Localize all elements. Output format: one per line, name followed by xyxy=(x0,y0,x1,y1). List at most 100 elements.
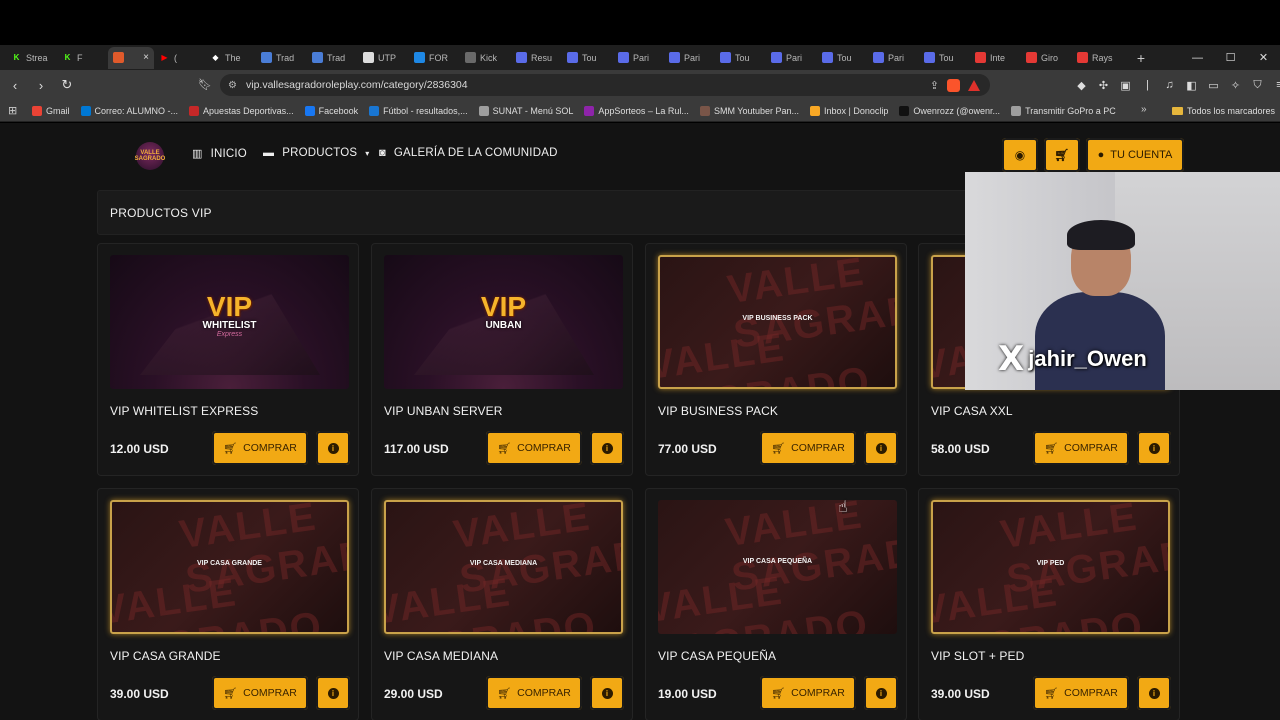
product-title[interactable]: VIP SLOT + PED xyxy=(931,649,1024,663)
bookmark-item[interactable]: Gmail xyxy=(32,105,70,116)
browser-tab[interactable]: Resu xyxy=(511,47,562,69)
browser-tab[interactable]: Pari xyxy=(613,47,664,69)
product-image[interactable]: VIP WHITELIST Express xyxy=(110,255,349,389)
leo-ai-icon[interactable]: ✧ xyxy=(1229,79,1242,92)
product-image[interactable]: VALLE SAGRADOVALLE SAGRADOVIP BUSINESS P… xyxy=(658,255,897,389)
media-icon[interactable]: ♫ xyxy=(1163,79,1176,91)
tab-favicon-icon xyxy=(465,52,476,63)
bookmark-item[interactable]: Transmitir GoPro a PC xyxy=(1011,105,1116,116)
discord-button[interactable]: ◉ xyxy=(1002,138,1038,172)
nav-home-link[interactable]: ▥ INICIO xyxy=(192,147,247,161)
bookmark-item[interactable]: SMM Youtuber Pan... xyxy=(699,105,799,116)
product-title[interactable]: VIP CASA PEQUEÑA xyxy=(658,649,776,663)
product-title[interactable]: VIP CASA GRANDE xyxy=(110,649,221,663)
wallet-icon[interactable]: ▭ xyxy=(1207,79,1220,92)
product-image[interactable]: VALLE SAGRADOVALLE SAGRADOVIP CASA MEDIA… xyxy=(384,500,623,634)
buy-button[interactable]: 🛒︎ COMPRAR xyxy=(212,431,308,465)
bookmark-item[interactable]: SUNAT - Menú SOL xyxy=(478,105,573,116)
buy-button[interactable]: 🛒︎ COMPRAR xyxy=(1033,431,1129,465)
product-image[interactable]: VIP UNBAN xyxy=(384,255,623,389)
minimize-icon[interactable]: — xyxy=(1181,52,1214,64)
info-button[interactable]: i xyxy=(316,676,350,710)
sidebar-icon[interactable]: ◧ xyxy=(1185,79,1198,92)
bookmark-item[interactable]: Facebook xyxy=(304,105,358,116)
reload-icon[interactable]: ↻ xyxy=(56,77,78,93)
product-title[interactable]: VIP CASA XXL xyxy=(931,404,1013,418)
browser-tab[interactable]: Pari xyxy=(664,47,715,69)
menu-icon[interactable]: ≡ xyxy=(1273,79,1280,91)
info-button[interactable]: i xyxy=(864,431,898,465)
browser-tab[interactable]: Pari xyxy=(868,47,919,69)
bookmark-item[interactable]: Inbox | Donoclip xyxy=(810,105,888,116)
browser-tab[interactable]: Giro xyxy=(1021,47,1072,69)
bookmark-label: SMM Youtuber Pan... xyxy=(713,105,799,116)
bookmark-item[interactable]: Owenrozz (@owenr... xyxy=(899,105,1000,116)
buy-button[interactable]: 🛒︎ COMPRAR xyxy=(760,431,856,465)
info-button[interactable]: i xyxy=(1137,431,1171,465)
cart-button[interactable]: 🛒︎ xyxy=(1044,138,1080,172)
info-button[interactable]: i xyxy=(590,676,624,710)
browser-tab[interactable]: Inte xyxy=(970,47,1021,69)
browser-tab[interactable]: Trad xyxy=(307,47,358,69)
browser-tab[interactable]: FOR xyxy=(409,47,460,69)
product-title[interactable]: VIP WHITELIST EXPRESS xyxy=(110,404,258,418)
browser-tab[interactable]: K Strea xyxy=(6,47,57,69)
maximize-icon[interactable]: ☐ xyxy=(1214,51,1247,64)
browser-tab[interactable]: Kick xyxy=(460,47,511,69)
browser-tab[interactable]: ▶( xyxy=(154,47,205,69)
browser-tab[interactable]: Tou xyxy=(715,47,766,69)
site-logo[interactable]: VALLE SAGRADO xyxy=(135,142,165,170)
browser-tab[interactable]: UTP xyxy=(358,47,409,69)
bookmark-star-icon[interactable]: 🔖︎ xyxy=(198,78,212,91)
all-bookmarks-folder[interactable]: Todos los marcadores xyxy=(1172,100,1275,122)
extensions-puzzle-icon[interactable]: ✣ xyxy=(1097,79,1110,92)
browser-tab[interactable]: Tou xyxy=(817,47,868,69)
product-title[interactable]: VIP BUSINESS PACK xyxy=(658,404,778,418)
browser-tab[interactable]: ◆ The xyxy=(205,47,256,69)
account-button[interactable]: ● TU CUENTA xyxy=(1086,138,1184,172)
browser-tab[interactable]: Tou xyxy=(562,47,613,69)
nav-products-label: PRODUCTOS xyxy=(282,147,358,159)
buy-button[interactable]: 🛒︎ COMPRAR xyxy=(760,676,856,710)
close-window-icon[interactable]: ✕ xyxy=(1247,51,1280,64)
info-button[interactable]: i xyxy=(590,431,624,465)
nav-gallery-link[interactable]: ◙ GALERÍA DE LA COMUNIDAD xyxy=(379,147,558,159)
brave-rewards-icon[interactable] xyxy=(968,79,980,91)
browser-tab[interactable]: Pari xyxy=(766,47,817,69)
site-info-icon[interactable]: ⚙︎ xyxy=(228,80,246,91)
buy-button[interactable]: 🛒︎ COMPRAR xyxy=(486,431,582,465)
buy-button[interactable]: 🛒︎ COMPRAR xyxy=(486,676,582,710)
info-button[interactable]: i xyxy=(1137,676,1171,710)
extension-box-icon[interactable]: ▣ xyxy=(1119,79,1132,92)
bookmarks-overflow-icon[interactable]: » xyxy=(1141,104,1147,115)
product-image[interactable]: VALLE SAGRADOVALLE SAGRADOVIP PED xyxy=(931,500,1170,634)
product-title[interactable]: VIP UNBAN SERVER xyxy=(384,404,503,418)
address-bar[interactable]: ⚙︎ vip.vallesagradoroleplay.com/category… xyxy=(220,74,990,96)
bookmark-item[interactable]: Correo: ALUMNO -... xyxy=(80,105,178,116)
browser-tab[interactable]: Tou xyxy=(919,47,970,69)
close-tab-icon[interactable]: × xyxy=(143,52,149,63)
browser-tab[interactable]: Trad xyxy=(256,47,307,69)
bookmark-item[interactable]: Apuestas Deportivas... xyxy=(189,105,294,116)
buy-button[interactable]: 🛒︎ COMPRAR xyxy=(212,676,308,710)
bookmark-item[interactable]: Fútbol - resultados,... xyxy=(369,105,468,116)
forward-icon[interactable]: › xyxy=(30,78,52,93)
product-title[interactable]: VIP CASA MEDIANA xyxy=(384,649,498,663)
share-icon[interactable]: ⇪ xyxy=(930,79,939,92)
back-icon[interactable]: ‹ xyxy=(4,78,26,93)
browser-tab[interactable]: Rays xyxy=(1072,47,1123,69)
info-button[interactable]: i xyxy=(864,676,898,710)
buy-button[interactable]: 🛒︎ COMPRAR xyxy=(1033,676,1129,710)
product-image[interactable]: VALLE SAGRADOVALLE SAGRADOVIP CASA PEQUE… xyxy=(658,500,897,634)
bookmark-item[interactable]: AppSorteos – La Rul... xyxy=(584,105,689,116)
extension-diamond-icon[interactable]: ◆ xyxy=(1075,79,1088,92)
info-button[interactable]: i xyxy=(316,431,350,465)
nav-products-link[interactable]: ▬ PRODUCTOS ▾ xyxy=(263,147,370,159)
browser-tab[interactable]: × xyxy=(108,46,154,69)
browser-tab[interactable]: KF xyxy=(57,47,108,69)
vpn-icon[interactable]: ⛉ xyxy=(1251,79,1264,92)
apps-grid-icon[interactable]: ⊞ xyxy=(8,104,22,117)
new-tab-button[interactable]: + xyxy=(1131,50,1151,66)
brave-shields-icon[interactable] xyxy=(947,78,960,92)
product-image[interactable]: VALLE SAGRADOVALLE SAGRADOVIP CASA GRAND… xyxy=(110,500,349,634)
